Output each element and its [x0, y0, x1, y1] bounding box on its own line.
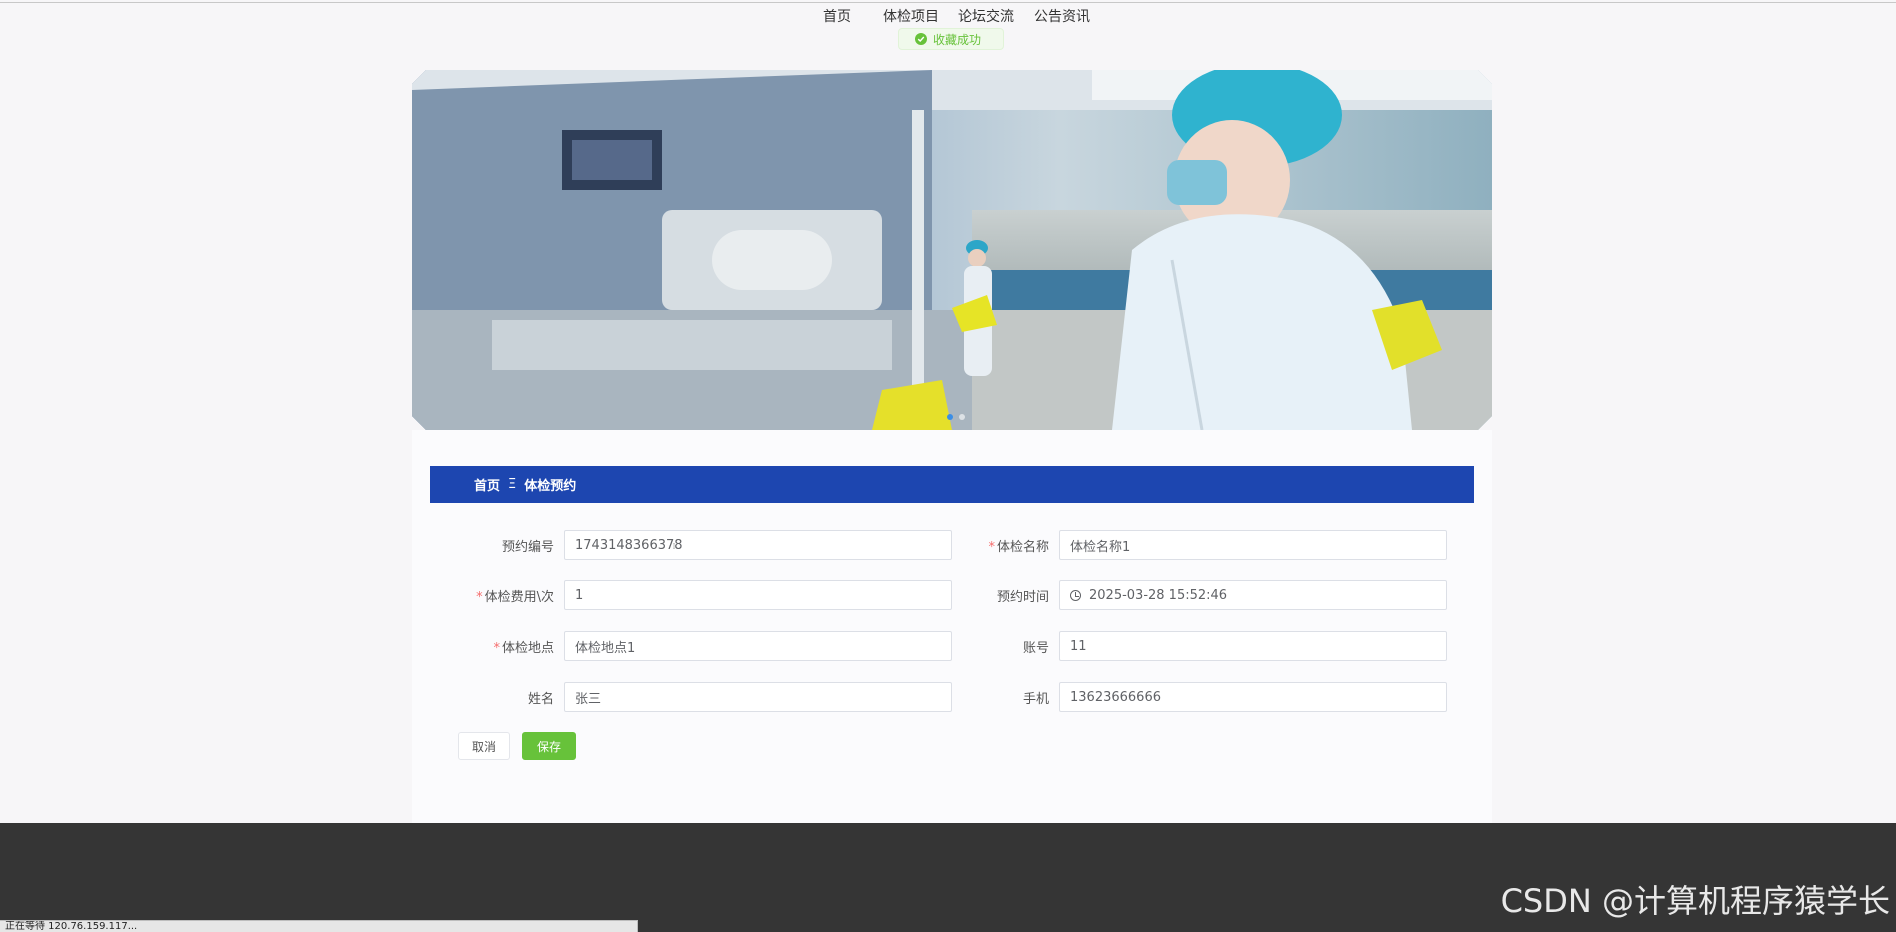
breadcrumb-home[interactable]: 首页: [474, 475, 500, 494]
watermark: CSDN @计算机程序猿学长: [1500, 882, 1890, 920]
top-nav: 首页 体检项目 论坛交流 公告资讯: [0, 6, 1896, 28]
order-no-field[interactable]: 1743148366378: [564, 530, 952, 560]
laboratory-photo: [412, 70, 1492, 430]
success-toast: 收藏成功: [898, 28, 1004, 50]
phone-label: 手机: [1022, 692, 1049, 707]
account-field[interactable]: 11: [1059, 631, 1447, 661]
cancel-button[interactable]: 取消: [458, 732, 510, 760]
nav-item-forum[interactable]: 论坛交流: [958, 6, 1014, 26]
nav-item-news[interactable]: 公告资讯: [1034, 6, 1090, 26]
name-field[interactable]: 张三: [564, 682, 952, 712]
order-no-label: 预约编号: [501, 540, 554, 555]
carousel-dot-2[interactable]: [959, 414, 965, 420]
exam-name-field[interactable]: 体检名称1: [1059, 530, 1447, 560]
nav-item-home[interactable]: 首页: [823, 6, 851, 26]
nav-item-exam-items[interactable]: 体检项目: [883, 6, 939, 26]
check-circle-icon: [915, 33, 927, 45]
browser-status-bar: 正在等待 120.76.159.117...: [0, 920, 638, 932]
fee-field[interactable]: 1: [564, 580, 952, 610]
breadcrumb: 首页 Ξ 体检预约: [430, 466, 1474, 503]
top-border: [0, 2, 1896, 3]
save-button[interactable]: 保存: [522, 732, 576, 760]
fee-label: * 体检费用\次: [476, 590, 554, 605]
exam-name-label: * 体检名称: [988, 540, 1049, 555]
time-field[interactable]: 2025-03-28 15:52:46: [1059, 580, 1447, 610]
clock-icon: [1070, 589, 1081, 601]
time-label: 预约时间: [996, 590, 1049, 605]
place-field[interactable]: 体检地点1: [564, 631, 952, 661]
phone-field[interactable]: 13623666666: [1059, 682, 1447, 712]
account-label: 账号: [1022, 641, 1049, 656]
name-label: 姓名: [527, 692, 554, 707]
place-label: * 体检地点: [493, 641, 554, 656]
breadcrumb-separator-icon: Ξ: [508, 477, 517, 492]
breadcrumb-current: 体检预约: [524, 479, 577, 494]
carousel-indicators: [947, 414, 965, 420]
banner-carousel[interactable]: [412, 70, 1492, 430]
text-cursor-icon: [673, 543, 675, 549]
carousel-dot-1[interactable]: [947, 414, 953, 420]
toast-text: 收藏成功: [933, 32, 982, 47]
